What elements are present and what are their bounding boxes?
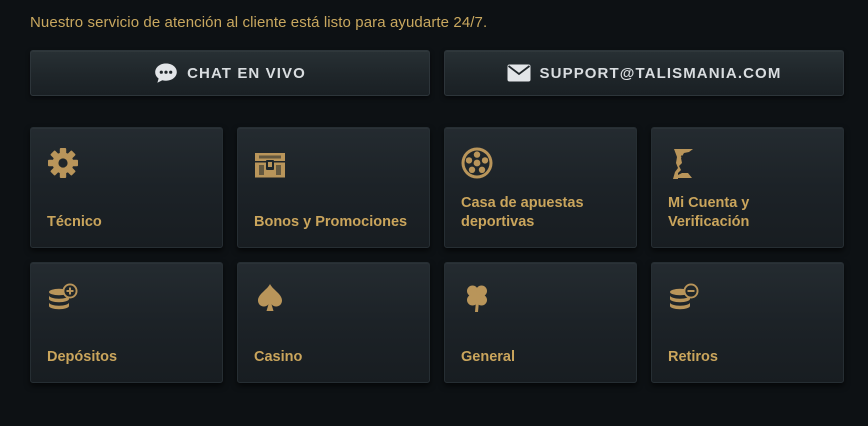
category-label: General — [461, 349, 515, 365]
category-casino[interactable]: Casino — [237, 262, 430, 383]
pharaoh-bust-icon — [667, 146, 701, 180]
clover-icon — [460, 281, 494, 315]
category-label: Casa de apuestas deportivas — [461, 195, 584, 230]
envelope-icon — [507, 64, 531, 82]
category-general[interactable]: General — [444, 262, 637, 383]
live-chat-label: CHAT EN VIVO — [187, 64, 306, 82]
email-support-button[interactable]: SUPPORT@TALISMANIA.COM — [444, 50, 844, 96]
category-bonos-promociones[interactable]: Bonos y Promociones — [237, 127, 430, 248]
category-mi-cuenta-verificacion[interactable]: Mi Cuenta y Verificación — [651, 127, 844, 248]
category-label: Casino — [254, 349, 303, 365]
category-label: Mi Cuenta y Verificación — [668, 195, 750, 230]
category-casa-apuestas-deportivas[interactable]: Casa de apuestas deportivas — [444, 127, 637, 248]
category-tecnico[interactable]: Técnico — [30, 127, 223, 248]
category-label: Técnico — [47, 214, 102, 230]
category-retiros[interactable]: Retiros — [651, 262, 844, 383]
coin-stack-minus-icon — [667, 281, 701, 315]
email-support-label: SUPPORT@TALISMANIA.COM — [539, 64, 782, 82]
soccer-ball-icon — [460, 146, 494, 180]
support-intro-text: Nuestro servicio de atención al cliente … — [30, 14, 488, 31]
category-label: Bonos y Promociones — [254, 214, 408, 230]
chat-bubble-icon — [154, 62, 178, 84]
gear-icon — [46, 146, 80, 180]
spade-icon — [253, 281, 287, 315]
category-depositos[interactable]: Depósitos — [30, 262, 223, 383]
treasure-chest-icon — [253, 146, 287, 180]
live-chat-button[interactable]: CHAT EN VIVO — [30, 50, 430, 96]
category-label: Depósitos — [47, 349, 118, 365]
category-label: Retiros — [668, 349, 718, 365]
coin-stack-plus-icon — [46, 281, 80, 315]
